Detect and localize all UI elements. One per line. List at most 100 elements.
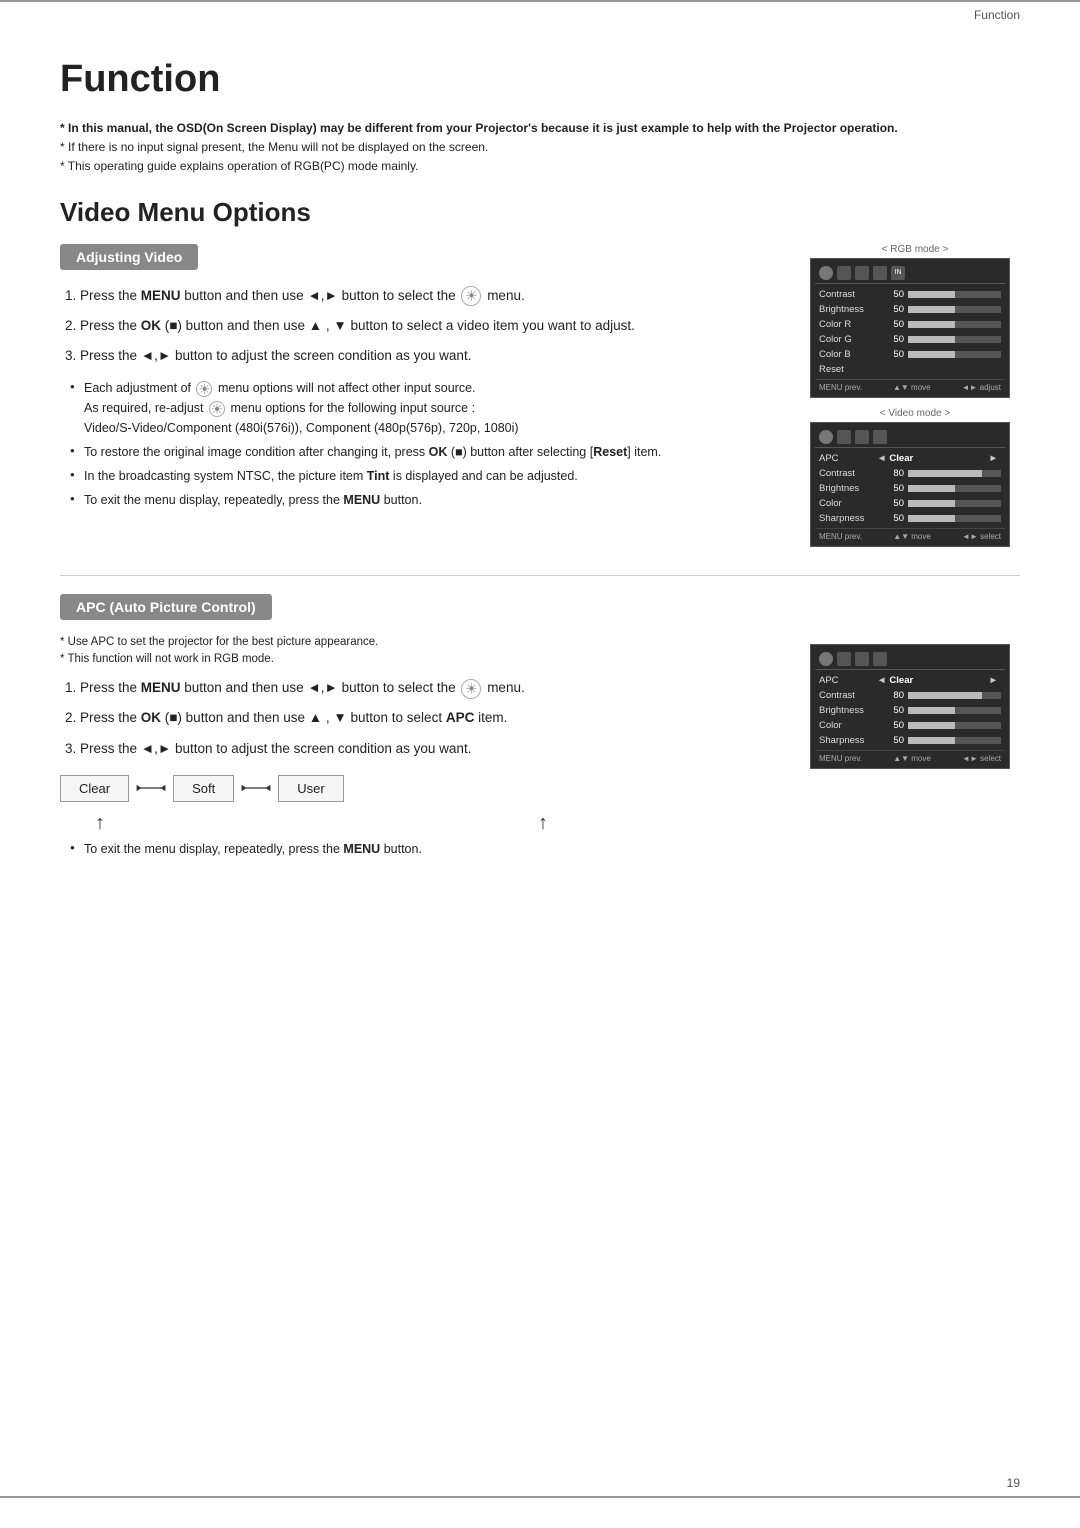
step-2: Press the OK (■) button and then use ▲ ,…	[80, 314, 786, 338]
section-divider-1	[60, 575, 1020, 576]
apc-step-2: Press the OK (■) button and then use ▲ ,…	[80, 706, 786, 730]
menu-bold-apc1: MENU	[141, 680, 181, 695]
ok-bold-2: OK	[429, 445, 448, 459]
apc-bullet-exit: To exit the menu display, repeatedly, pr…	[70, 839, 786, 859]
header-label: Function	[974, 8, 1020, 22]
apc-bold: APC	[446, 710, 475, 725]
osd-rgb-footer: MENU prev. ▲▼ move ◄► adjust	[815, 379, 1005, 393]
intro-bold: * In this manual, the OSD(On Screen Disp…	[60, 121, 898, 135]
osd-apc-row-4: Sharpness 50	[815, 733, 1005, 748]
osd-apc-title	[815, 649, 1005, 670]
apc-arrow-2	[234, 780, 278, 796]
apc-note-1: * Use APC to set the projector for the b…	[60, 634, 786, 651]
osd-video-row-1: Contrast 80	[815, 466, 1005, 481]
apc-soft-box: Soft	[173, 775, 234, 802]
apc-step-1: Press the MENU button and then use ◄,► b…	[80, 676, 786, 700]
osd-video-box: APC ◄ Clear ► Contrast 80 Brightnes 50 C…	[810, 422, 1010, 547]
page-title: Function	[60, 58, 1020, 101]
apc-user-box: User	[278, 775, 343, 802]
osd-rgb-box: IN Contrast 50 Brightness 50 Color R 50	[810, 258, 1010, 398]
osd-apc-footer: MENU prev. ▲▼ move ◄► select	[815, 750, 1005, 764]
osd-apc-box: APC ◄ Clear ► Contrast 80 Brightness 50 …	[810, 644, 1010, 769]
apc-bullets: To exit the menu display, repeatedly, pr…	[70, 839, 786, 859]
page-header: Function	[0, 0, 1080, 28]
bullet-4: To exit the menu display, repeatedly, pr…	[70, 490, 786, 510]
adjusting-video-section: Adjusting Video Press the MENU button an…	[60, 244, 1020, 557]
osd-apc-row-1: Contrast 80	[815, 688, 1005, 703]
apc-step-3: Press the ◄,► button to adjust the scree…	[80, 737, 786, 761]
bullet-1: Each adjustment of menu options will not…	[70, 378, 786, 438]
osd-video-row-3: Color 50	[815, 496, 1005, 511]
osd-video-footer: MENU prev. ▲▼ move ◄► select	[815, 528, 1005, 542]
sun-icon-1	[461, 286, 481, 306]
osd-icon-1	[819, 266, 833, 280]
adjusting-video-header: Adjusting Video	[60, 244, 198, 270]
adjusting-video-left: Adjusting Video Press the MENU button an…	[60, 244, 786, 521]
pointer-left: ↑	[95, 812, 105, 835]
sun-icon-3	[209, 401, 225, 417]
osd-video-icon-3	[855, 430, 869, 444]
intro-note2: * If there is no input signal present, t…	[60, 138, 1020, 157]
apc-clear-label: Clear	[79, 781, 110, 796]
osd-rgb-row-reset: Reset	[815, 362, 1005, 377]
osd-icon-2	[837, 266, 851, 280]
osd-apc-icon-2	[837, 652, 851, 666]
osd-rgb-row-2: Brightness 50	[815, 302, 1005, 317]
osd-video-row-2: Brightnes 50	[815, 481, 1005, 496]
osd-video-icon-2	[837, 430, 851, 444]
osd-icon-4	[873, 266, 887, 280]
osd-rgb-row-5: Color B 50	[815, 347, 1005, 362]
osd-video-title	[815, 427, 1005, 448]
apc-section: APC (Auto Picture Control) * Use APC to …	[60, 594, 1020, 869]
bullet-3: In the broadcasting system NTSC, the pic…	[70, 466, 786, 486]
adjusting-video-bullets: Each adjustment of menu options will not…	[70, 378, 786, 510]
step-3: Press the ◄,► button to adjust the scree…	[80, 344, 786, 368]
sun-icon-apc1	[461, 679, 481, 699]
apc-right: APC ◄ Clear ► Contrast 80 Brightness 50 …	[810, 594, 1020, 779]
arrow-svg-2	[240, 780, 272, 796]
osd-video-apc: APC ◄ Clear ►	[815, 451, 1005, 466]
tint-bold: Tint	[367, 469, 390, 483]
page-footer: 19	[0, 1470, 1080, 1498]
osd-video-icon-1	[819, 430, 833, 444]
menu-bold-apc2: MENU	[343, 842, 380, 856]
apc-diagram-container: Clear Soft	[60, 775, 786, 835]
osd-apc-icon-4	[873, 652, 887, 666]
bullet-2: To restore the original image condition …	[70, 442, 786, 462]
apc-user-label: User	[297, 781, 324, 796]
arrow-svg-1	[135, 780, 167, 796]
pointer-right: ↑	[538, 812, 548, 835]
apc-left: APC (Auto Picture Control) * Use APC to …	[60, 594, 786, 869]
apc-arrow-1	[129, 780, 173, 796]
intro-note3: * This operating guide explains operatio…	[60, 157, 1020, 176]
osd-apc-row-2: Brightness 50	[815, 703, 1005, 718]
osd-rgb-title: IN	[815, 263, 1005, 284]
osd-rgb-row-1: Contrast 50	[815, 287, 1005, 302]
osd-rgb-row-4: Color G 50	[815, 332, 1005, 347]
step-1: Press the MENU button and then use ◄,► b…	[80, 284, 786, 308]
osd-video-row-4: Sharpness 50	[815, 511, 1005, 526]
section-title: Video Menu Options	[60, 197, 1020, 228]
apc-notes: * Use APC to set the projector for the b…	[60, 634, 786, 669]
apc-clear-box: Clear	[60, 775, 129, 802]
intro-notes: * In this manual, the OSD(On Screen Disp…	[60, 119, 1020, 177]
osd-apc-apc-row: APC ◄ Clear ►	[815, 673, 1005, 688]
sun-icon-2	[196, 381, 212, 397]
menu-bold-2: MENU	[343, 493, 380, 507]
osd-icon-3	[855, 266, 869, 280]
osd-apc-icon-1	[819, 652, 833, 666]
apc-diagram: Clear Soft	[60, 775, 786, 802]
osd-apc-row-3: Color 50	[815, 718, 1005, 733]
ok-bold-1: OK	[141, 318, 161, 333]
apc-steps: Press the MENU button and then use ◄,► b…	[80, 676, 786, 761]
apc-header: APC (Auto Picture Control)	[60, 594, 272, 620]
osd-icon-5: IN	[891, 266, 905, 280]
menu-bold-1: MENU	[141, 288, 181, 303]
rgb-mode-label: < RGB mode >	[810, 244, 1020, 255]
ok-bold-apc: OK	[141, 710, 161, 725]
reset-bold: Reset	[593, 445, 627, 459]
adjusting-video-steps: Press the MENU button and then use ◄,► b…	[80, 284, 786, 369]
osd-video-icon-4	[873, 430, 887, 444]
apc-note-2: * This function will not work in RGB mod…	[60, 651, 786, 668]
apc-pointers: ↑ ↑	[60, 812, 786, 835]
